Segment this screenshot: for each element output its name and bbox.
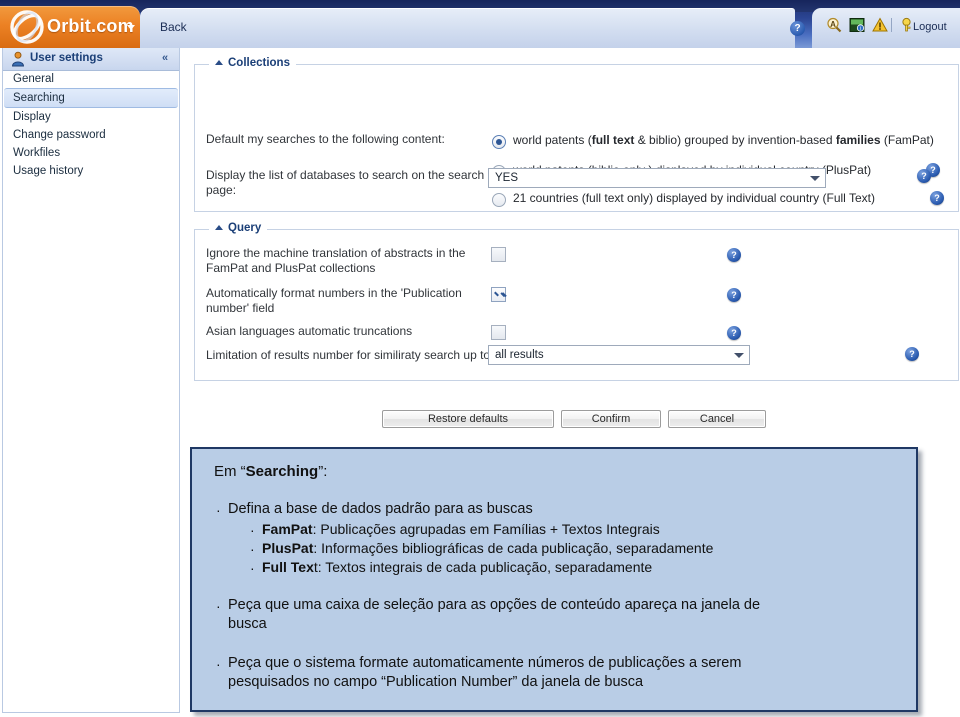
callout-item-2-line1: Peça que uma caixa de seleção para as op… <box>228 597 761 613</box>
collections-legend-text: Collections <box>228 57 290 69</box>
brand-logo-tab[interactable]: Orbit.com <box>0 6 140 48</box>
help-icon-auto-format-numbers[interactable]: ? <box>727 288 741 302</box>
orbit-swirl-icon <box>4 4 50 50</box>
sidebar: User settings « General Searching Displa… <box>2 48 180 713</box>
help-icon-fulltext[interactable]: ? <box>930 191 944 205</box>
sidebar-item-usage-history[interactable]: Usage history <box>3 162 179 180</box>
brand-name: Orbit.com <box>47 16 134 36</box>
cancel-button[interactable]: Cancel <box>668 410 766 428</box>
query-legend[interactable]: Query <box>209 222 268 234</box>
callout-sub-item-fampat: FamPat: Publicações agrupadas em Família… <box>262 521 660 537</box>
logout-button[interactable]: Logout <box>913 21 947 33</box>
collections-legend[interactable]: Collections <box>209 57 296 69</box>
svg-text:A: A <box>830 20 836 29</box>
radio-fampat[interactable] <box>492 135 506 149</box>
sidebar-item-searching[interactable]: Searching <box>4 88 178 108</box>
callout-item-3-line1: Peça que o sistema formate automaticamen… <box>228 655 742 671</box>
bullet-icon: · <box>216 656 221 672</box>
sidebar-item-change-password[interactable]: Change password <box>3 126 179 144</box>
header-divider <box>891 18 892 32</box>
radio-fampat-label: world patents (full text & biblio) group… <box>513 133 934 147</box>
checkbox-asian-truncations[interactable] <box>491 325 506 340</box>
query-legend-text: Query <box>228 222 262 234</box>
auto-format-numbers-label-line2: number' field <box>206 301 275 315</box>
calendar-icon[interactable]: i <box>849 17 865 33</box>
display-db-list-value: YES <box>495 172 519 184</box>
svg-text:i: i <box>860 26 861 32</box>
callout-sub-item-pluspat: PlusPat: Informações bibliográficas de c… <box>262 540 714 556</box>
back-tab[interactable] <box>140 8 795 49</box>
auto-format-numbers-label-line1: Automatically format numbers in the 'Pub… <box>206 286 462 300</box>
sidebar-title: User settings <box>30 52 103 64</box>
sidebar-collapse-icon[interactable]: « <box>162 52 168 64</box>
bullet-icon: · <box>250 541 255 557</box>
sidebar-item-workfiles[interactable]: Workfiles <box>3 144 179 162</box>
sidebar-item-display[interactable]: Display <box>3 108 179 126</box>
sidebar-item-general[interactable]: General <box>3 70 179 88</box>
display-db-list-label-line2: page: <box>206 183 237 197</box>
sidebar-menu: General Searching Display Change passwor… <box>3 70 179 180</box>
checkbox-auto-format-numbers[interactable] <box>491 287 506 302</box>
help-icon-asian-truncations[interactable]: ? <box>727 326 741 340</box>
chevron-down-icon[interactable] <box>810 176 820 181</box>
display-db-list-select[interactable]: YES <box>488 168 826 188</box>
bullet-icon: · <box>216 502 221 518</box>
annotation-callout: Em “Searching”: · Defina a base de dados… <box>190 447 918 712</box>
help-icon-display-db-list[interactable]: ? <box>917 169 931 183</box>
help-icon-similarity-limit[interactable]: ? <box>905 347 919 361</box>
bullet-icon: · <box>250 560 255 576</box>
similarity-limit-value: all results <box>495 349 544 361</box>
warning-icon[interactable] <box>872 17 888 33</box>
asian-truncations-label: Asian languages automatic truncations <box>206 324 413 338</box>
top-header-bar: Back ? A i Logout Orbit.com <box>0 0 960 49</box>
checkbox-ignore-machine-translation[interactable] <box>491 247 506 262</box>
bullet-icon: · <box>250 522 255 538</box>
ignore-machine-translation-label-line1: Ignore the machine translation of abstra… <box>206 246 466 260</box>
callout-item-3-line2: pesquisados no campo “Publication Number… <box>228 674 644 690</box>
radio-fulltext-label: 21 countries (full text only) displayed … <box>513 191 875 205</box>
ignore-machine-translation-label-line2: FamPat and PlusPat collections <box>206 261 376 275</box>
similarity-limit-label: Limitation of results number for similir… <box>206 348 491 362</box>
similarity-limit-select[interactable]: all results <box>488 345 750 365</box>
callout-item-2-line2: busca <box>228 616 267 632</box>
display-db-list-label-line1: Display the list of databases to search … <box>206 168 485 182</box>
confirm-button[interactable]: Confirm <box>561 410 661 428</box>
restore-defaults-button[interactable]: Restore defaults <box>382 410 554 428</box>
default-content-label: Default my searches to the following con… <box>206 132 445 146</box>
collapse-triangle-icon[interactable] <box>215 60 223 66</box>
font-size-icon[interactable]: A <box>826 17 842 33</box>
callout-title: Em “Searching”: <box>214 463 328 480</box>
chevron-down-icon[interactable] <box>734 353 744 358</box>
bullet-icon: · <box>216 598 221 614</box>
help-icon-ignore-machine-translation[interactable]: ? <box>727 248 741 262</box>
application-window: Back ? A i Logout Orbit.com User setting… <box>0 0 960 717</box>
back-label[interactable]: Back <box>160 20 187 34</box>
radio-fulltext[interactable] <box>492 193 506 207</box>
header-help-icon[interactable]: ? <box>790 21 805 36</box>
callout-sub-item-fulltext: Full Text: Textos integrais de cada publ… <box>262 559 653 575</box>
callout-item-1: Defina a base de dados padrão para as bu… <box>228 501 533 517</box>
chevron-down-icon[interactable] <box>127 25 135 30</box>
user-icon <box>11 51 25 67</box>
collapse-triangle-icon[interactable] <box>215 225 223 231</box>
